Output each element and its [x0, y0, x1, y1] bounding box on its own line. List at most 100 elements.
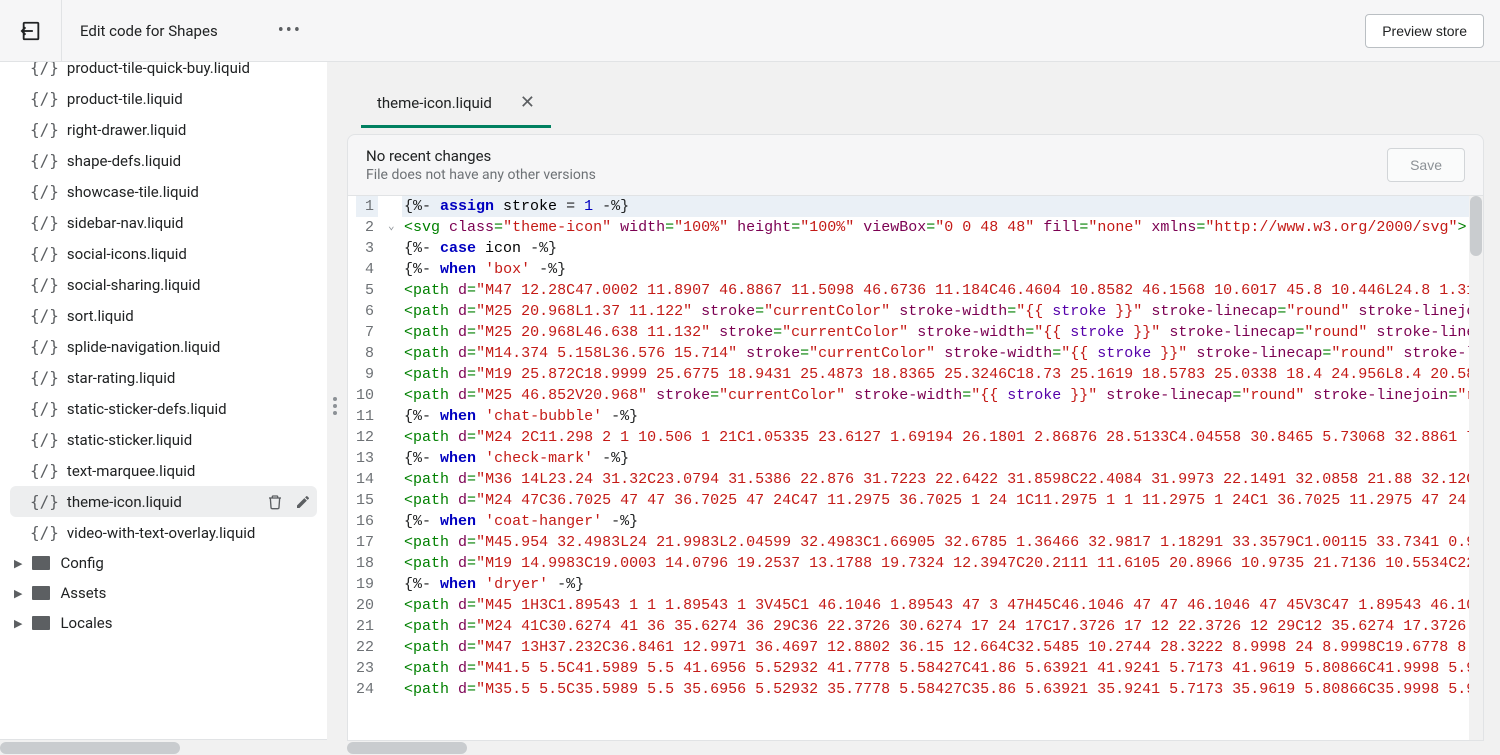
sidebar-horizontal-scrollbar[interactable]: [0, 739, 327, 755]
code-line[interactable]: <path d="M24 2C11.298 2 1 10.506 1 21C1.…: [402, 427, 1469, 448]
file-item[interactable]: {/}social-icons.liquid: [0, 238, 327, 269]
code-line[interactable]: {%- when 'chat-bubble' -%}: [402, 406, 1469, 427]
fold-toggle: [388, 511, 402, 532]
rename-file-button[interactable]: [295, 494, 311, 510]
code-line[interactable]: <path d="M14.374 5.158L36.576 15.714" st…: [402, 343, 1469, 364]
fold-toggle: [388, 343, 402, 364]
fold-toggle: [388, 406, 402, 427]
file-item[interactable]: {/}showcase-tile.liquid: [0, 176, 327, 207]
fold-toggle: [388, 280, 402, 301]
file-list[interactable]: {/}product-tile-quick-buy.liquid{/}produ…: [0, 62, 327, 739]
liquid-file-icon: {/}: [30, 368, 59, 387]
caret-right-icon: ▶: [14, 617, 22, 630]
code-line[interactable]: <path d="M24 41C30.6274 41 36 35.6274 36…: [402, 616, 1469, 637]
fold-toggle: [388, 427, 402, 448]
editor-horizontal-scrollbar[interactable]: [347, 741, 1470, 755]
code-line[interactable]: {%- when 'dryer' -%}: [402, 574, 1469, 595]
code-line[interactable]: <path d="M19 25.872C18.9999 25.6775 18.9…: [402, 364, 1469, 385]
folder-name: Locales: [60, 614, 112, 632]
file-item[interactable]: {/} sidebar-nav.liquid: [0, 207, 327, 238]
fold-toggle: [388, 448, 402, 469]
folder-item[interactable]: ▶Assets: [0, 578, 327, 608]
liquid-file-icon: {/}: [30, 430, 59, 449]
editor-vertical-scrollbar[interactable]: [1469, 196, 1483, 740]
code-line[interactable]: <path d="M36 14L23.24 31.32C23.0794 31.5…: [402, 469, 1469, 490]
delete-file-button[interactable]: [267, 494, 283, 510]
file-item[interactable]: {/}shape-defs.liquid: [0, 145, 327, 176]
code-line[interactable]: <path d="M25 20.968L46.638 11.132" strok…: [402, 322, 1469, 343]
fold-toggle: [388, 385, 402, 406]
liquid-file-icon: {/}: [30, 62, 59, 77]
code-line[interactable]: <path d="M19 14.9983C19.0003 14.0796 19.…: [402, 553, 1469, 574]
fold-toggle: [388, 658, 402, 679]
folder-name: Config: [60, 554, 103, 572]
fold-toggle[interactable]: ⌄: [388, 217, 402, 238]
fold-toggle: [388, 364, 402, 385]
trash-icon: [267, 494, 283, 510]
code-line[interactable]: <path d="M35.5 5.5C35.5989 5.5 35.6956 5…: [402, 679, 1469, 700]
preview-store-button[interactable]: Preview store: [1365, 14, 1484, 48]
code-line[interactable]: <path d="M45 1H3C1.89543 1 1 1.89543 1 3…: [402, 595, 1469, 616]
file-name: theme-icon.liquid: [67, 493, 182, 511]
file-tree-sidebar: {/}product-tile-quick-buy.liquid{/}produ…: [0, 62, 327, 755]
scrollbar-thumb[interactable]: [1470, 196, 1482, 256]
code-line[interactable]: <path d="M41.5 5.5C41.5989 5.5 41.6956 5…: [402, 658, 1469, 679]
code-editor[interactable]: 123456789101112131415161718192021222324 …: [347, 196, 1484, 741]
file-item[interactable]: {/}sort.liquid: [0, 300, 327, 331]
liquid-file-icon: {/}: [30, 213, 59, 232]
code-line[interactable]: {%- assign stroke = 1 -%}: [402, 196, 1469, 217]
back-button[interactable]: [0, 0, 62, 62]
close-tab-button[interactable]: ✕: [520, 92, 535, 113]
file-item[interactable]: {/}social-sharing.liquid: [0, 269, 327, 300]
code-line[interactable]: {%- when 'box' -%}: [402, 259, 1469, 280]
file-item[interactable]: {/} static-sticker.liquid: [0, 424, 327, 455]
file-item[interactable]: {/} splide-navigation.liquid: [0, 331, 327, 362]
file-name: splide-navigation.liquid: [67, 338, 220, 356]
scrollbar-thumb[interactable]: [0, 742, 180, 754]
fold-column[interactable]: ⌄: [388, 196, 402, 740]
code-line[interactable]: <path d="M47 13H37.232C36.8461 12.9971 3…: [402, 637, 1469, 658]
fold-toggle: [388, 616, 402, 637]
liquid-file-icon: {/}: [30, 399, 59, 418]
line-number-gutter: 123456789101112131415161718192021222324: [348, 196, 388, 740]
file-item[interactable]: {/}text-marquee.liquid: [0, 455, 327, 486]
file-item[interactable]: {/}product-tile-quick-buy.liquid: [0, 62, 327, 83]
code-line[interactable]: <path d="M25 46.852V20.968" stroke="curr…: [402, 385, 1469, 406]
fold-toggle: [388, 490, 402, 511]
tab-label: theme-icon.liquid: [377, 94, 492, 112]
folder-item[interactable]: ▶Config: [0, 548, 327, 578]
more-menu-button[interactable]: •••: [278, 20, 302, 41]
file-name: static-sticker.liquid: [67, 431, 192, 449]
liquid-file-icon: {/}: [30, 337, 59, 356]
code-line[interactable]: {%- case icon -%}: [402, 238, 1469, 259]
folder-item[interactable]: ▶ Locales: [0, 608, 327, 638]
code-line[interactable]: <path d="M24 47C36.7025 47 47 36.7025 47…: [402, 490, 1469, 511]
liquid-file-icon: {/}: [30, 120, 59, 139]
file-item[interactable]: {/} static-sticker-defs.liquid: [0, 393, 327, 424]
code-line[interactable]: <path d="M25 20.968L1.37 11.122" stroke=…: [402, 301, 1469, 322]
file-item[interactable]: {/} star-rating.liquid: [0, 362, 327, 393]
file-item[interactable]: {/}video-with-text-overlay.liquid: [0, 517, 327, 548]
tab-theme-icon[interactable]: theme-icon.liquid ✕: [361, 80, 551, 128]
code-line[interactable]: {%- when 'coat-hanger' -%}: [402, 511, 1469, 532]
file-item[interactable]: {/}product-tile.liquid: [0, 83, 327, 114]
save-button[interactable]: Save: [1387, 148, 1465, 182]
folder-icon: [32, 556, 50, 570]
liquid-file-icon: {/}: [30, 461, 59, 480]
code-line[interactable]: <path d="M47 12.28C47.0002 11.8907 46.88…: [402, 280, 1469, 301]
code-line[interactable]: <svg class="theme-icon" width="100%" hei…: [402, 217, 1469, 238]
file-name: static-sticker-defs.liquid: [67, 400, 227, 418]
fold-toggle: [388, 259, 402, 280]
code-content[interactable]: {%- assign stroke = 1 -%}<svg class="the…: [402, 196, 1469, 740]
file-name: sidebar-nav.liquid: [67, 214, 184, 232]
sidebar-resize-handle[interactable]: [327, 62, 343, 755]
scrollbar-thumb[interactable]: [347, 742, 467, 754]
code-line[interactable]: {%- when 'check-mark' -%}: [402, 448, 1469, 469]
fold-toggle: [388, 469, 402, 490]
file-name: star-rating.liquid: [67, 369, 175, 387]
file-name: sort.liquid: [67, 307, 134, 325]
file-item[interactable]: {/}theme-icon.liquid: [10, 486, 317, 517]
code-line[interactable]: <path d="M45.954 32.4983L24 21.9983L2.04…: [402, 532, 1469, 553]
top-bar: Edit code for Shapes ••• Preview store: [0, 0, 1500, 62]
file-item[interactable]: {/}right-drawer.liquid: [0, 114, 327, 145]
